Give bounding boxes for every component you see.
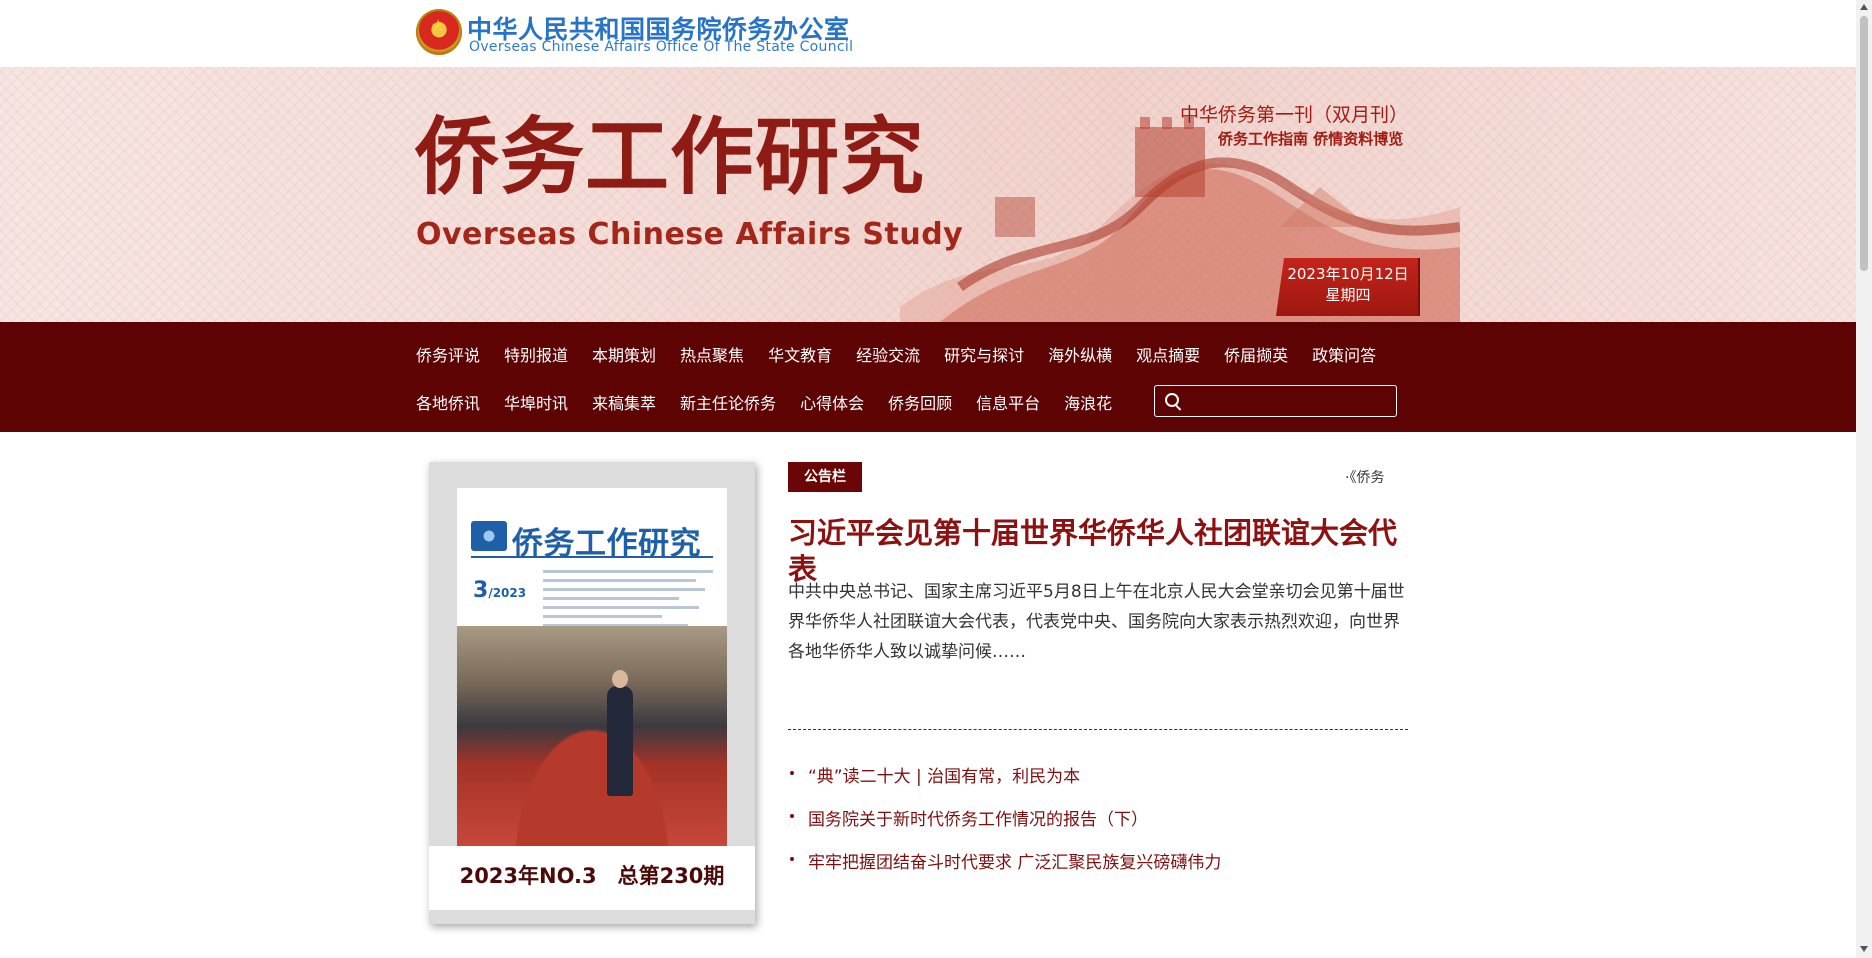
- date-badge: 2023年10月12日 星期四: [1276, 258, 1420, 316]
- nav-row-2: 各地侨讯 华埠时讯 来稿集萃 新主任论侨务 心得体会 侨务回顾 信息平台 海浪花: [416, 390, 1136, 414]
- nav-item[interactable]: 华文教育: [768, 342, 832, 366]
- news-list: “典”读二十大 | 治国有常，利民为本 国务院关于新时代侨务工作情况的报告（下）…: [790, 762, 1410, 891]
- nav-row-1: 侨务评说 特别报道 本期策划 热点聚焦 华文教育 经验交流 研究与探讨 海外纵横 观点摘要 侨届撷…: [416, 342, 1400, 366]
- list-item[interactable]: “典”读二十大 | 治国有常，利民为本: [790, 762, 1410, 805]
- cover-photo: [457, 626, 727, 848]
- nav-item[interactable]: 特别报道: [504, 342, 568, 366]
- news-title[interactable]: 牢牢把握团结奋斗时代要求 广泛汇聚民族复兴磅礴伟力: [808, 853, 1221, 873]
- news-title[interactable]: 国务院关于新时代侨务工作情况的报告（下）: [808, 810, 1148, 830]
- bullet-icon: [790, 814, 794, 818]
- banner-slogan: 中华侨务第一刊（双月刊）: [1180, 104, 1409, 126]
- nav-item[interactable]: 信息平台: [976, 390, 1040, 414]
- nav-item[interactable]: 新主任论侨务: [680, 390, 776, 414]
- headline-summary: 中共中央总书记、国家主席习近平5月8日上午在北京人民大会堂亲切会见第十届世界华侨…: [788, 582, 1405, 662]
- vertical-scrollbar[interactable]: [1856, 0, 1872, 958]
- site-banner: 侨务工作研究 Overseas Chinese Affairs Study 中华…: [0, 67, 1856, 322]
- nav-item[interactable]: 海外纵横: [1048, 342, 1112, 366]
- cover-issue-year: 2023: [492, 586, 527, 600]
- nav-item[interactable]: 观点摘要: [1136, 342, 1200, 366]
- nav-item[interactable]: 来稿集萃: [592, 390, 656, 414]
- nav-item[interactable]: 各地侨讯: [416, 390, 480, 414]
- nav-item[interactable]: 侨务评说: [416, 342, 480, 366]
- cover-issue-caption[interactable]: 2023年NO.3 总第230期: [429, 860, 755, 890]
- notice-marquee[interactable]: ·《侨务: [1345, 467, 1423, 489]
- cover-issue-number: 3: [473, 578, 489, 603]
- bullet-icon: [790, 857, 794, 861]
- cover-contents-lines: [543, 564, 713, 627]
- section-divider: [788, 729, 1408, 730]
- nav-item[interactable]: 政策问答: [1312, 342, 1376, 366]
- news-title[interactable]: “典”读二十大 | 治国有常，利民为本: [808, 767, 1080, 787]
- nav-item[interactable]: 华埠时讯: [504, 390, 568, 414]
- national-emblem-icon: ★: [416, 9, 462, 55]
- nav-item[interactable]: 侨届撷英: [1224, 342, 1288, 366]
- magazine-cover-card[interactable]: 侨务工作研究 3/2023 2023年NO.3 总第230期: [429, 462, 755, 924]
- banner-subslogan: 侨务工作指南 侨情资料博览: [1218, 130, 1404, 148]
- magazine-title-en: Overseas Chinese Affairs Study: [416, 217, 964, 252]
- top-header: ★ 中华人民共和国国务院侨务办公室 Overseas Chinese Affai…: [0, 0, 1856, 67]
- cover-issue: 3/2023: [473, 578, 527, 603]
- current-weekday: 星期四: [1325, 286, 1371, 304]
- bullet-icon: [790, 771, 794, 775]
- scrollbar-thumb[interactable]: [1860, 16, 1868, 271]
- org-name-en[interactable]: Overseas Chinese Affairs Office Of The S…: [469, 39, 853, 55]
- notice-board-tag: 公告栏: [788, 462, 862, 492]
- list-item[interactable]: 国务院关于新时代侨务工作情况的报告（下）: [790, 805, 1410, 848]
- nav-item[interactable]: 海浪花: [1064, 390, 1112, 414]
- nav-item[interactable]: 本期策划: [592, 342, 656, 366]
- nav-item[interactable]: 热点聚焦: [680, 342, 744, 366]
- scroll-up-arrow-icon[interactable]: [1860, 4, 1868, 10]
- nav-item[interactable]: 经验交流: [856, 342, 920, 366]
- scroll-down-arrow-icon[interactable]: [1860, 946, 1868, 952]
- search-box: [1154, 385, 1397, 417]
- nav-item[interactable]: 研究与探讨: [944, 342, 1024, 366]
- magazine-title-cn: 侨务工作研究: [415, 108, 926, 206]
- magazine-logo-icon: [471, 521, 507, 551]
- search-input[interactable]: [1185, 390, 1389, 414]
- current-date: 2023年10月12日: [1287, 265, 1409, 283]
- magazine-cover-image[interactable]: 侨务工作研究 3/2023: [457, 488, 727, 848]
- cover-rule: [471, 556, 713, 558]
- search-icon[interactable]: [1165, 393, 1179, 407]
- nav-item[interactable]: 侨务回顾: [888, 390, 952, 414]
- main-nav: 侨务评说 特别报道 本期策划 热点聚焦 华文教育 经验交流 研究与探讨 海外纵横 观点摘要 侨届撷…: [0, 322, 1856, 432]
- list-item[interactable]: 牢牢把握团结奋斗时代要求 广泛汇聚民族复兴磅礴伟力: [790, 848, 1410, 891]
- nav-item[interactable]: 心得体会: [800, 390, 864, 414]
- cover-photo-figure: [607, 670, 633, 796]
